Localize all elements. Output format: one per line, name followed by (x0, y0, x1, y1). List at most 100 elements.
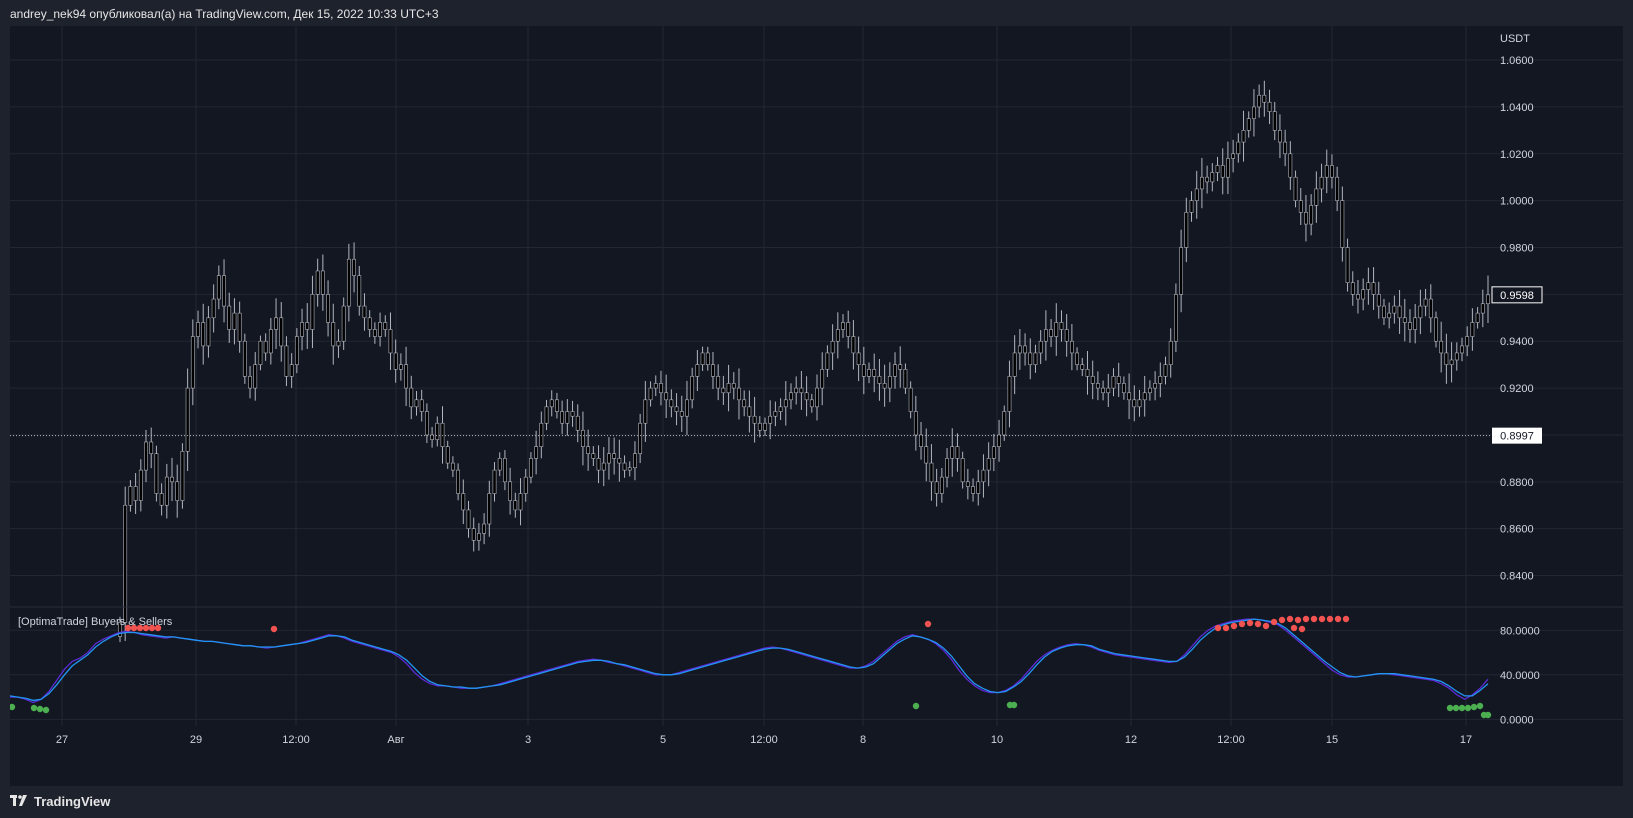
candle-body (1283, 141, 1288, 155)
candle-body (919, 434, 923, 447)
time-tick-label: 12:00 (282, 734, 310, 746)
sell-signal-dot (1278, 616, 1286, 624)
candle-body (529, 458, 533, 478)
candle-body (700, 352, 705, 365)
candle-body (1038, 340, 1043, 354)
candle-body (679, 411, 684, 417)
candle-body (726, 383, 731, 394)
sell-signal-dot (924, 620, 932, 628)
candle-body (445, 446, 450, 464)
candle-body (794, 387, 799, 394)
candle-body (1049, 329, 1053, 337)
sell-signal-dot (1334, 615, 1342, 623)
candle-body (674, 406, 679, 412)
candle-body (409, 387, 414, 408)
candle-body (659, 383, 663, 394)
candle-body (1278, 130, 1282, 143)
tradingview-logo-icon[interactable] (10, 795, 30, 807)
candle-body (565, 411, 570, 424)
publish-header: andrey_nek94 опубликовал(а) на TradingVi… (0, 0, 1633, 26)
candle-body (1064, 329, 1069, 342)
time-tick-label: 8 (860, 734, 866, 746)
indicator-tick-label: 40.0000 (1500, 670, 1540, 682)
candle-body (867, 369, 871, 377)
candle-body (284, 345, 289, 377)
candle-body (716, 376, 721, 389)
candle-body (263, 340, 268, 354)
candle-body (1220, 165, 1225, 178)
price-tick-label: 0.9400 (1500, 336, 1534, 348)
candle-body (607, 453, 611, 464)
buy-signal-dot (1476, 702, 1484, 710)
candle-body (518, 493, 523, 511)
candle-body (1330, 165, 1334, 178)
brand-text[interactable]: TradingView (34, 794, 110, 809)
currency-label: USDT (1500, 33, 1530, 45)
candle-body (1116, 376, 1121, 384)
candle-body (976, 481, 981, 494)
candle-body (138, 469, 143, 501)
candle-body (1184, 212, 1189, 248)
grid (10, 26, 1623, 726)
candle-body (1080, 364, 1085, 370)
candle-body (367, 317, 372, 330)
candle-body (711, 364, 715, 377)
candle-body (1324, 165, 1329, 178)
candle-body (1413, 317, 1418, 330)
candle-body (841, 322, 845, 330)
price-tick-label: 0.8600 (1500, 524, 1534, 536)
time-tick-label: 27 (56, 734, 68, 746)
candle-body (898, 364, 903, 370)
price-tick-label: 0.8400 (1500, 571, 1534, 583)
candle-body (1361, 289, 1366, 300)
sell-signal-dot (1246, 619, 1254, 627)
candle-body (856, 352, 861, 365)
sell-signal-dot (1230, 622, 1238, 630)
candle-body (388, 329, 393, 354)
candle-body (435, 422, 440, 440)
candle-body (560, 411, 565, 424)
candle-body (929, 462, 934, 483)
candle-body (1069, 340, 1074, 354)
candle-body (934, 481, 939, 494)
candle-body (1475, 312, 1480, 323)
candle-body (737, 387, 741, 401)
candle-body (586, 446, 591, 454)
candle-body (201, 322, 206, 347)
candle-body (232, 312, 237, 330)
candle-body (648, 387, 653, 401)
reference-price-label: 0.8997 (1500, 431, 1534, 443)
candle-body (861, 364, 866, 377)
candle-body (1392, 305, 1397, 314)
candle-body (164, 476, 169, 506)
candle-body (1023, 345, 1027, 354)
candle-body (752, 415, 757, 424)
candle-body (570, 411, 575, 417)
candle-body (846, 322, 851, 337)
candle-body (830, 340, 835, 354)
candle-body (596, 458, 601, 471)
chart-container[interactable]: 1.06001.04001.02001.00000.98000.96000.94… (8, 26, 1623, 786)
candle-body (815, 387, 819, 408)
candle-body (908, 387, 913, 412)
buy-signal-dot (36, 705, 44, 713)
candle-body (534, 446, 539, 459)
candle-body (783, 399, 788, 408)
candle-body (1028, 352, 1033, 365)
candle-body (424, 411, 429, 436)
candle-body (1106, 387, 1111, 394)
candle-body (1345, 247, 1350, 283)
buy-signal-dot (30, 704, 38, 712)
candle-body (1304, 212, 1308, 225)
candle-body (1246, 118, 1251, 131)
chart-svg[interactable]: 1.06001.04001.02001.00000.98000.96000.94… (8, 26, 1623, 786)
time-tick-label: 29 (190, 734, 202, 746)
candle-body (1007, 376, 1012, 412)
candle-body (1449, 359, 1454, 365)
candle-body (331, 322, 336, 347)
candle-body (206, 317, 211, 347)
candle-body (310, 294, 315, 330)
buy-signal-dot (1464, 704, 1472, 712)
candle-body (1017, 345, 1022, 354)
candle-body (149, 441, 154, 454)
